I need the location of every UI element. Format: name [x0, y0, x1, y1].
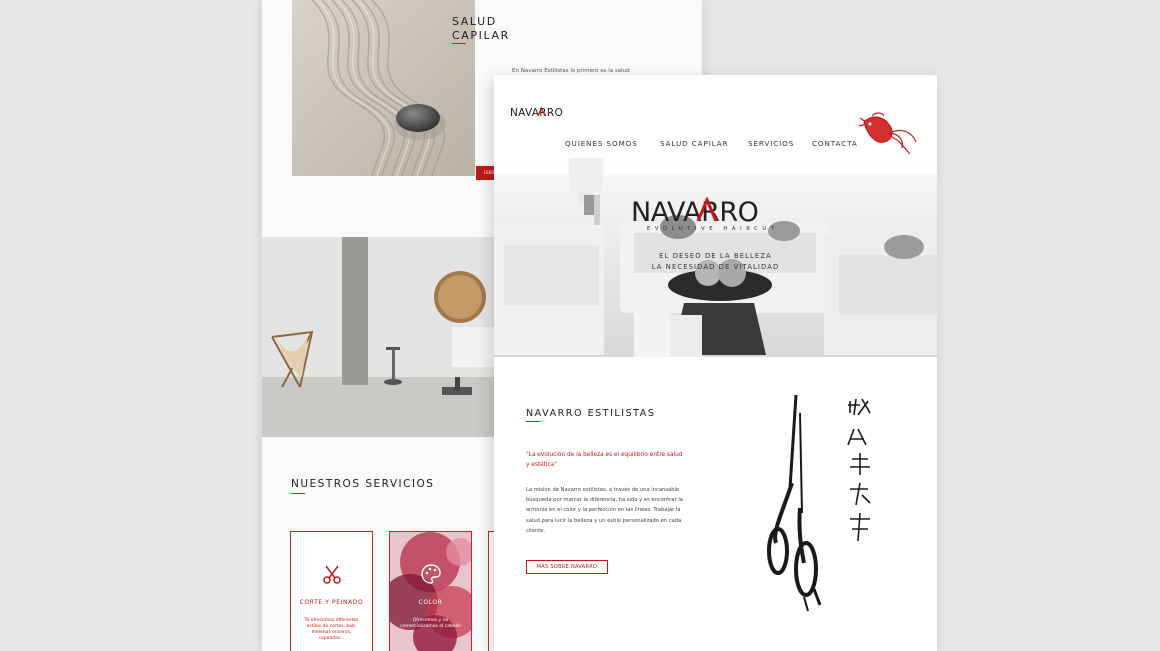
service-card-color[interactable]: COLOR Ofrecemos y no comercializamos el … [389, 531, 472, 651]
nuestros-servicios-title: NUESTROS SERVICIOS [291, 478, 435, 490]
service-card-corte[interactable]: CORTE Y PEINADO Te ofrecemos diferentes … [290, 531, 373, 651]
salud-capilar-title: SALUD CAPILAR [452, 15, 532, 43]
about-body: La misión de Navarro estilistas, a travé… [526, 487, 683, 534]
hero-subtitle: EVOLUTIVE HAIRCUT [647, 226, 779, 232]
kanji-calligraphy [844, 395, 878, 545]
nav-servicios[interactable]: SERVICIOS [748, 139, 794, 148]
leer-button[interactable]: LEER [476, 166, 494, 180]
about-title: NAVARRO ESTILISTAS [526, 408, 656, 419]
service-name: CORTE Y PEINADO [299, 599, 364, 606]
scissors-icon [320, 562, 344, 586]
about-title-underline [526, 421, 540, 422]
zen-stones-image [292, 0, 475, 176]
salud-title-line1: SALUD [452, 15, 497, 28]
front-page-preview: NAVARRO QUIENES SOMOS SALUD CAPILAR SERV… [494, 75, 937, 651]
nav-quienes-somos[interactable]: QUIENES SOMOS [565, 139, 638, 148]
hero-tagline-2: LA NECESIDAD DE VITALIDAD [651, 263, 780, 271]
mas-sobre-navarro-button[interactable]: MÁS SOBRE NAVARRO [526, 560, 608, 574]
hero-tagline-1: EL DESEO DE LA BELLEZA [659, 252, 772, 260]
logo-text: NAVARRO [510, 107, 563, 118]
salud-title-line2: CAPILAR [452, 29, 510, 42]
navarro-logo[interactable]: NAVARRO [510, 103, 582, 119]
salud-title-underline [452, 43, 466, 44]
hero-banner: NAVARRO EVOLUTIVE HAIRCUT EL DESEO DE LA… [494, 155, 937, 357]
service-name: COLOR [418, 599, 443, 606]
salud-capilar-text: En Navarro Estilistas lo primero es la s… [512, 68, 630, 74]
service-desc: Te ofrecemos diferentes estilos de corte… [304, 618, 359, 641]
about-quote: "La evolución de la belleza es el equili… [526, 452, 683, 468]
salon-interior-image [262, 237, 494, 437]
nav-salud-capilar[interactable]: SALUD CAPILAR [660, 139, 729, 148]
color-splash-image [390, 532, 471, 651]
palette-icon [419, 562, 443, 586]
servicios-title-underline [291, 493, 305, 494]
nav-contacta[interactable]: CONTACTA [812, 139, 858, 148]
hero-navarro-logo: NAVARRO EVOLUTIVE HAIRCUT [631, 196, 801, 232]
red-fish-icon [858, 110, 918, 156]
service-desc: Ofrecemos y no comercializamos el cabell… [400, 618, 461, 629]
hero-brand-text: NAVARRO [631, 197, 758, 228]
